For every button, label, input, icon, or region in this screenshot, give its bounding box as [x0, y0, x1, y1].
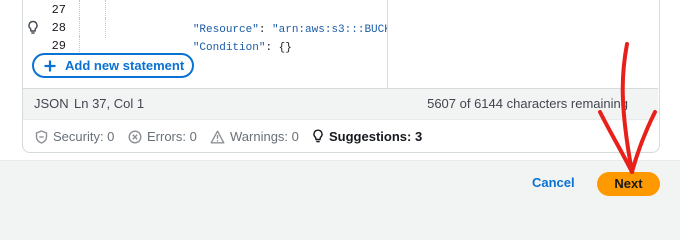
security-count: Security: 0: [53, 129, 115, 144]
policy-editor-card: 27 "Resource": "arn:aws:s3:::BUCKETNAME/…: [0, 0, 680, 161]
shield-icon: [35, 129, 48, 144]
security-check[interactable]: Security: 0: [35, 129, 114, 144]
lightbulb-icon[interactable]: [27, 20, 39, 36]
line-number: 27: [51, 3, 66, 17]
editor-status-bar: JSON Ln 37, Col 1 5607 of 6144 character…: [23, 88, 658, 120]
indent-guide: [105, 18, 106, 38]
cursor-position: Ln 37, Col 1: [74, 96, 145, 111]
warnings-count: Warnings: 0: [230, 129, 299, 144]
cancel-button[interactable]: Cancel: [532, 175, 575, 190]
suggestions-count: Suggestions: 3: [329, 129, 423, 144]
policy-validation-bar: Security: 0 Errors: 0 Warnings: 0 Sugges…: [23, 120, 658, 152]
warning-triangle-icon: [210, 130, 225, 143]
warnings-check[interactable]: Warnings: 0: [210, 129, 299, 144]
indent-guide: [79, 18, 80, 38]
code-line-28: 28 "Condition": {}: [22, 18, 372, 54]
errors-count: Errors: 0: [147, 129, 197, 144]
editor-side-panel: [388, 0, 658, 88]
line-number: 28: [51, 21, 66, 35]
suggestions-check[interactable]: Suggestions: 3: [312, 129, 422, 144]
add-new-statement-button[interactable]: Add new statement: [32, 53, 194, 78]
error-circle-icon: [128, 129, 142, 144]
lightbulb-icon: [313, 129, 323, 143]
language-indicator: JSON: [34, 96, 69, 111]
plus-icon: [44, 60, 56, 71]
errors-check[interactable]: Errors: 0: [128, 129, 197, 144]
characters-remaining: 5607 of 6144 characters remaining: [427, 96, 628, 111]
code-line-27: 27 "Resource": "arn:aws:s3:::BUCKETNAME/…: [22, 0, 387, 36]
indent-guide: [105, 0, 106, 20]
next-button[interactable]: Next: [597, 172, 660, 196]
add-new-statement-label: Add new statement: [65, 58, 185, 73]
indent-guide: [79, 0, 80, 20]
